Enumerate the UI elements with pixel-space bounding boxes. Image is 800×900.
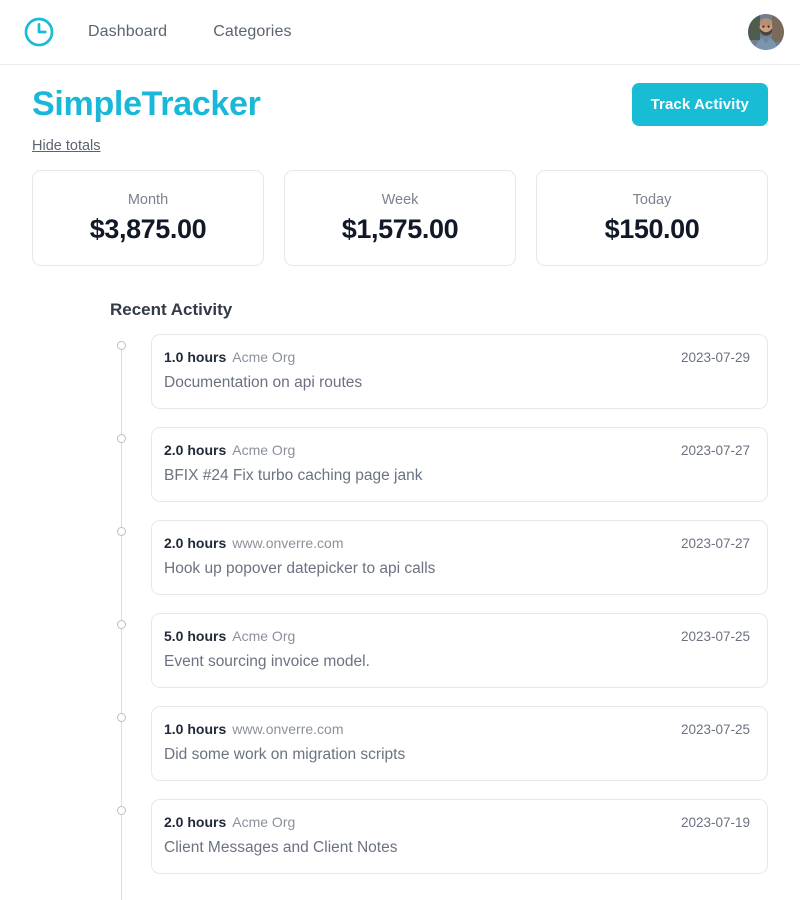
activity-description: Hook up popover datepicker to api calls — [164, 560, 436, 577]
list-item[interactable]: 2.0 hours Acme Org 2023-07-27 BFIX #24 F… — [110, 427, 768, 502]
activity-hours: 2.0 hours — [164, 535, 227, 551]
activity-card[interactable]: 2.0 hours www.onverre.com 2023-07-27 Hoo… — [151, 520, 768, 595]
total-card-month: Month $3,875.00 — [32, 170, 264, 266]
activity-date: 2023-07-25 — [680, 722, 750, 737]
total-value-month: $3,875.00 — [89, 213, 207, 244]
timeline-dot-icon — [117, 620, 126, 629]
list-item[interactable]: 5.0 hours Acme Org 2023-07-25 Event sour… — [110, 613, 768, 688]
activity-description: Client Messages and Client Notes — [164, 839, 398, 856]
page-title-row: SimpleTracker Track Activity — [32, 65, 768, 126]
activity-client: Acme Org — [232, 628, 296, 644]
activity-card-top: 2.0 hours www.onverre.com 2023-07-27 — [164, 535, 750, 551]
list-item[interactable]: 2.0 hours Acme Org 2023-07-19 Client Mes… — [110, 799, 768, 874]
activity-date: 2023-07-27 — [680, 443, 750, 458]
activity-client: www.onverre.com — [232, 721, 344, 737]
activity-card[interactable]: 2.0 hours Acme Org 2023-07-27 BFIX #24 F… — [151, 427, 768, 502]
nav-link-categories[interactable]: Categories — [213, 23, 291, 41]
activity-card-top: 1.0 hours Acme Org 2023-07-29 — [164, 349, 750, 365]
totals-cards: Month $3,875.00 Week $1,575.00 Today $15… — [32, 170, 768, 266]
timeline-dot-icon — [117, 341, 126, 350]
activity-client: Acme Org — [232, 814, 296, 830]
list-item[interactable]: 1.0 hours www.onverre.com 2023-07-25 Did… — [110, 706, 768, 781]
activity-card[interactable]: 2.0 hours Acme Org 2023-07-19 Client Mes… — [151, 799, 768, 874]
activity-card[interactable]: 1.0 hours Acme Org 2023-07-29 Documentat… — [151, 334, 768, 409]
total-label-today: Today — [632, 191, 672, 208]
activity-date: 2023-07-29 — [680, 350, 750, 365]
timeline-dot-icon — [117, 434, 126, 443]
activity-date: 2023-07-19 — [680, 815, 750, 830]
timeline-dot-icon — [117, 713, 126, 722]
clock-icon[interactable] — [22, 15, 56, 49]
activity-hours: 5.0 hours — [164, 628, 227, 644]
activity-hours: 2.0 hours — [164, 442, 227, 458]
total-value-week: $1,575.00 — [341, 213, 459, 244]
activity-date: 2023-07-27 — [680, 536, 750, 551]
activity-hours: 1.0 hours — [164, 721, 227, 737]
total-label-week: Week — [381, 191, 419, 208]
top-navigation-bar: Dashboard Categories — [0, 0, 800, 65]
activity-timeline: 1.0 hours Acme Org 2023-07-29 Documentat… — [110, 334, 768, 900]
activity-description: Event sourcing invoice model. — [164, 653, 370, 670]
activity-hours: 2.0 hours — [164, 814, 227, 830]
activity-card-top: 2.0 hours Acme Org 2023-07-27 — [164, 442, 750, 458]
nav-link-dashboard[interactable]: Dashboard — [88, 23, 167, 41]
activity-date: 2023-07-25 — [680, 629, 750, 644]
page-body: SimpleTracker Track Activity Hide totals… — [0, 65, 800, 900]
activity-card-top: 2.0 hours Acme Org 2023-07-19 — [164, 814, 750, 830]
total-card-week: Week $1,575.00 — [284, 170, 516, 266]
activity-client: Acme Org — [232, 442, 296, 458]
hide-totals-link[interactable]: Hide totals — [32, 138, 101, 154]
activity-client: www.onverre.com — [232, 535, 344, 551]
activity-client: Acme Org — [232, 349, 296, 365]
activity-hours: 1.0 hours — [164, 349, 227, 365]
timeline-dot-icon — [117, 527, 126, 536]
total-card-today: Today $150.00 — [536, 170, 768, 266]
activity-description: BFIX #24 Fix turbo caching page jank — [164, 467, 423, 484]
activity-card-top: 5.0 hours Acme Org 2023-07-25 — [164, 628, 750, 644]
primary-nav: Dashboard Categories — [88, 23, 292, 41]
track-activity-button[interactable]: Track Activity — [631, 83, 768, 126]
total-value-today: $150.00 — [604, 213, 700, 244]
activity-description: Documentation on api routes — [164, 374, 363, 391]
avatar[interactable] — [748, 14, 784, 50]
activity-card[interactable]: 1.0 hours www.onverre.com 2023-07-25 Did… — [151, 706, 768, 781]
timeline-dot-icon — [117, 806, 126, 815]
activity-card[interactable]: 5.0 hours Acme Org 2023-07-25 Event sour… — [151, 613, 768, 688]
recent-activity-heading: Recent Activity — [110, 300, 233, 319]
total-label-month: Month — [127, 191, 169, 208]
list-item[interactable]: 2.0 hours www.onverre.com 2023-07-27 Hoo… — [110, 520, 768, 595]
list-item[interactable]: 1.0 hours Acme Org 2023-07-29 Documentat… — [110, 334, 768, 409]
activity-description: Did some work on migration scripts — [164, 746, 406, 763]
activity-card-top: 1.0 hours www.onverre.com 2023-07-25 — [164, 721, 750, 737]
page-title: SimpleTracker — [32, 85, 261, 124]
